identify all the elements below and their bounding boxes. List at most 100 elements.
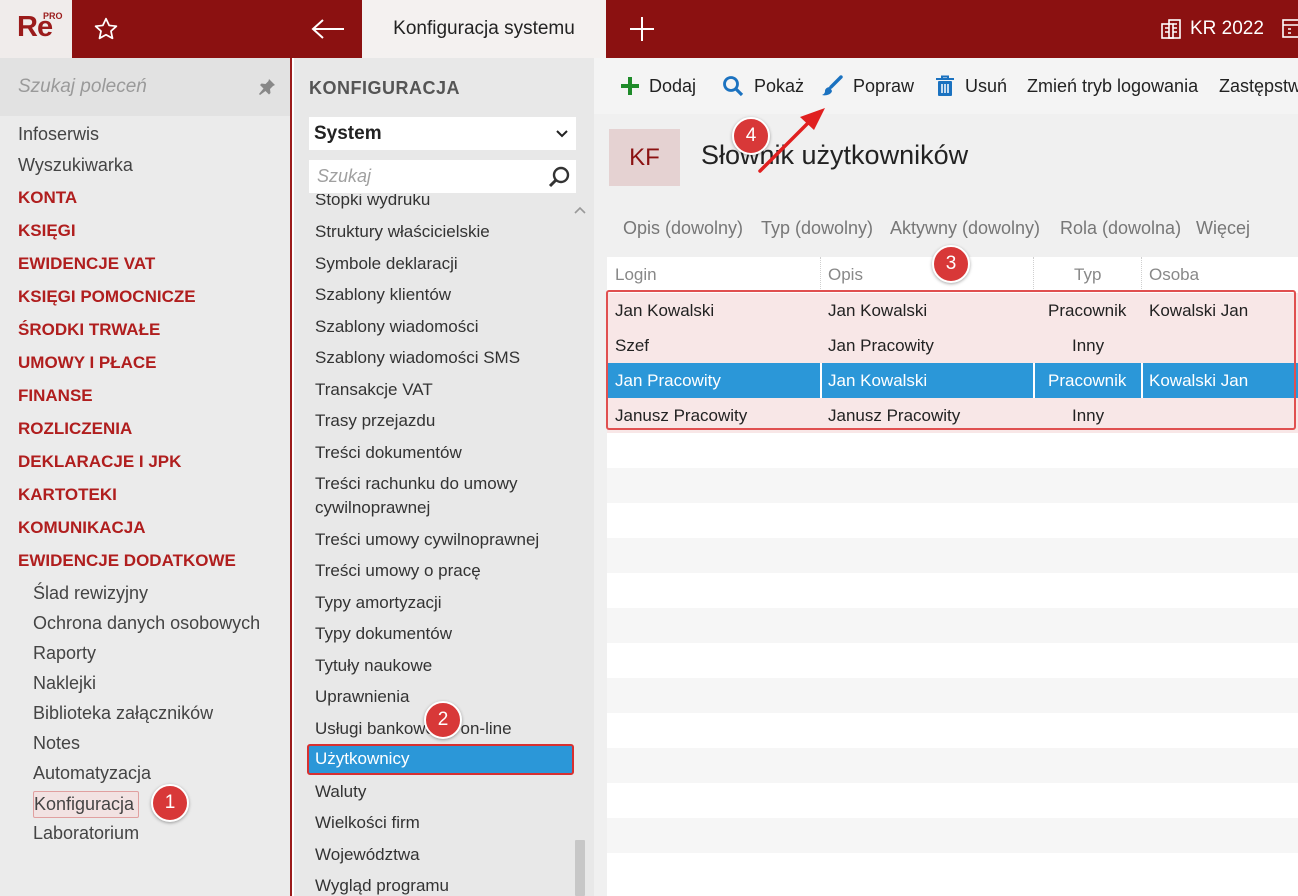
- edit-button[interactable]: Popraw: [821, 73, 914, 99]
- nav-item-wyszukiwarka[interactable]: Wyszukiwarka: [18, 155, 133, 176]
- trash-icon: [936, 75, 954, 96]
- configuration-search-input[interactable]: [317, 164, 537, 188]
- app-logo[interactable]: Re PRO: [0, 0, 72, 58]
- list-item[interactable]: Wygląd programu: [315, 874, 449, 896]
- column-divider[interactable]: [820, 257, 821, 289]
- list-item[interactable]: Treści umowy cywilnoprawnej: [315, 528, 539, 552]
- list-item[interactable]: Treści dokumentów: [315, 441, 462, 465]
- new-tab-button[interactable]: [622, 11, 662, 47]
- nav-subitem-slad-rewizyjny[interactable]: Ślad rewizyjny: [33, 583, 148, 604]
- filter-active[interactable]: Aktywny (dowolny): [890, 218, 1040, 239]
- calendar-icon[interactable]: [1282, 17, 1298, 39]
- empty-row: [607, 713, 1298, 748]
- nav-category-ksiegi[interactable]: KSIĘGI: [18, 221, 76, 241]
- substitutions-button[interactable]: Zastępstw: [1219, 73, 1298, 99]
- nav-subitem-automatyzacja[interactable]: Automatyzacja: [33, 763, 151, 784]
- column-header-type[interactable]: Typ: [1074, 265, 1101, 285]
- list-item[interactable]: Szablony wiadomości SMS: [315, 346, 520, 370]
- filter-type[interactable]: Typ (dowolny): [761, 218, 873, 239]
- nav-subitem-ochrona-danych[interactable]: Ochrona danych osobowych: [33, 613, 260, 634]
- list-item-selected[interactable]: Użytkownicy: [307, 744, 574, 775]
- list-item[interactable]: Struktury właścicielskie: [315, 220, 490, 244]
- cell-type: Inny: [1072, 336, 1105, 355]
- search-icon[interactable]: [548, 165, 572, 189]
- cell-login: Jan Pracowity: [615, 371, 721, 390]
- column-header-description[interactable]: Opis: [828, 265, 863, 285]
- back-button[interactable]: [300, 11, 356, 47]
- empty-row: [607, 818, 1298, 853]
- nav-category-deklaracje-i-jpk[interactable]: DEKLARACJE I JPK: [18, 452, 181, 472]
- list-item[interactable]: Trasy przejazdu: [315, 409, 435, 433]
- list-item[interactable]: Typy amortyzacji: [315, 591, 442, 615]
- nav-item-infoserwis[interactable]: Infoserwis: [18, 124, 99, 145]
- configuration-group-select[interactable]: System: [309, 117, 576, 150]
- list-item[interactable]: Województwa: [315, 843, 420, 867]
- list-item[interactable]: Typy dokumentów: [315, 622, 452, 646]
- column-divider[interactable]: [1141, 257, 1142, 289]
- nav-category-finanse[interactable]: FINANSE: [18, 386, 93, 406]
- nav-subitem-raporty[interactable]: Raporty: [33, 643, 96, 664]
- list-item[interactable]: Treści rachunku do umowy cywilnoprawnej: [315, 472, 545, 520]
- year-selector[interactable]: KR 2022: [1160, 13, 1264, 45]
- nav-subitem-konfiguracja[interactable]: Konfiguracja: [33, 791, 140, 818]
- list-item[interactable]: Treści umowy o pracę: [315, 559, 481, 583]
- configuration-search: [309, 160, 576, 193]
- column-divider[interactable]: [1033, 257, 1034, 289]
- favorites-button[interactable]: [86, 11, 126, 47]
- dictionary-card: KF Słownik użytkowników Opis (dowolny) T…: [594, 114, 1298, 896]
- table-row[interactable]: Jan Kowalski Jan Kowalski Pracownik Kowa…: [607, 293, 1298, 328]
- table-row[interactable]: Szef Jan Pracowity Inny: [607, 328, 1298, 363]
- cell-login: Szef: [615, 336, 650, 355]
- empty-row: [607, 678, 1298, 713]
- top-bar: Re PRO Konfiguracja systemu KR 2022: [0, 0, 1298, 58]
- add-button[interactable]: Dodaj: [621, 73, 696, 99]
- list-item[interactable]: Uprawnienia: [315, 685, 410, 709]
- empty-row: [607, 573, 1298, 608]
- plus-icon: [621, 77, 639, 95]
- star-icon: [94, 17, 118, 40]
- tab-system-configuration[interactable]: Konfiguracja systemu: [362, 0, 606, 58]
- list-item[interactable]: Tytuły naukowe: [315, 654, 432, 678]
- nav-category-ksiegi-pomocnicze[interactable]: KSIĘGI POMOCNICZE: [18, 287, 196, 307]
- empty-row: [607, 853, 1298, 888]
- nav-subitem-biblioteka-zalacznikow[interactable]: Biblioteka załączników: [33, 703, 213, 724]
- empty-row: [607, 748, 1298, 783]
- column-header-login[interactable]: Login: [615, 265, 657, 285]
- list-item[interactable]: Szablony klientów: [315, 283, 451, 307]
- table-row[interactable]: Janusz Pracowity Janusz Pracowity Inny: [607, 398, 1298, 433]
- list-item[interactable]: Stopki wydruku: [315, 194, 430, 212]
- nav-category-ewidencje-dodatkowe[interactable]: EWIDENCJE DODATKOWE: [18, 551, 236, 571]
- filter-role[interactable]: Rola (dowolna): [1060, 218, 1181, 239]
- list-item[interactable]: Usługi bankowości on-line: [315, 717, 512, 741]
- table-row-selected[interactable]: Jan Pracowity Jan Kowalski Pracownik Kow…: [607, 363, 1298, 398]
- filter-description[interactable]: Opis (dowolny): [623, 218, 743, 239]
- nav-category-komunikacja[interactable]: KOMUNIKACJA: [18, 518, 146, 538]
- cell-type: Pracownik: [1048, 301, 1127, 320]
- nav-category-rozliczenia[interactable]: ROZLICZENIA: [18, 419, 132, 439]
- pin-icon[interactable]: [258, 78, 276, 96]
- list-item[interactable]: Szablony wiadomości: [315, 315, 478, 339]
- show-button[interactable]: Pokaż: [722, 73, 804, 99]
- nav-category-srodki-trwale[interactable]: ŚRODKI TRWAŁE: [18, 320, 160, 340]
- empty-row: [607, 468, 1298, 503]
- scrollbar-thumb[interactable]: [575, 840, 585, 896]
- filter-more[interactable]: Więcej: [1196, 218, 1250, 239]
- cell-type: Inny: [1072, 406, 1105, 425]
- nav-subitem-naklejki[interactable]: Naklejki: [33, 673, 96, 694]
- list-item[interactable]: Transakcje VAT: [315, 378, 433, 402]
- command-search-input[interactable]: [18, 72, 248, 102]
- nav-category-konta[interactable]: KONTA: [18, 188, 77, 208]
- nav-subitem-laboratorium[interactable]: Laboratorium: [33, 823, 139, 844]
- list-item[interactable]: Symbole deklaracji: [315, 252, 458, 276]
- nav-category-ewidencje-vat[interactable]: EWIDENCJE VAT: [18, 254, 155, 274]
- nav-category-kartoteki[interactable]: KARTOTEKI: [18, 485, 117, 505]
- nav-category-umowy-i-place[interactable]: UMOWY I PŁACE: [18, 353, 157, 373]
- change-login-mode-button[interactable]: Zmień tryb logowania: [1027, 73, 1198, 99]
- list-item[interactable]: Wielkości firm: [315, 811, 420, 835]
- nav-subitem-notes[interactable]: Notes: [33, 733, 80, 754]
- column-header-person[interactable]: Osoba: [1149, 265, 1199, 285]
- scroll-up-icon[interactable]: [574, 206, 586, 214]
- delete-button[interactable]: Usuń: [935, 73, 1007, 99]
- list-item[interactable]: Waluty: [315, 780, 366, 804]
- users-table: Login Opis Typ Osoba Jan Kowalski Jan Ko…: [607, 257, 1298, 896]
